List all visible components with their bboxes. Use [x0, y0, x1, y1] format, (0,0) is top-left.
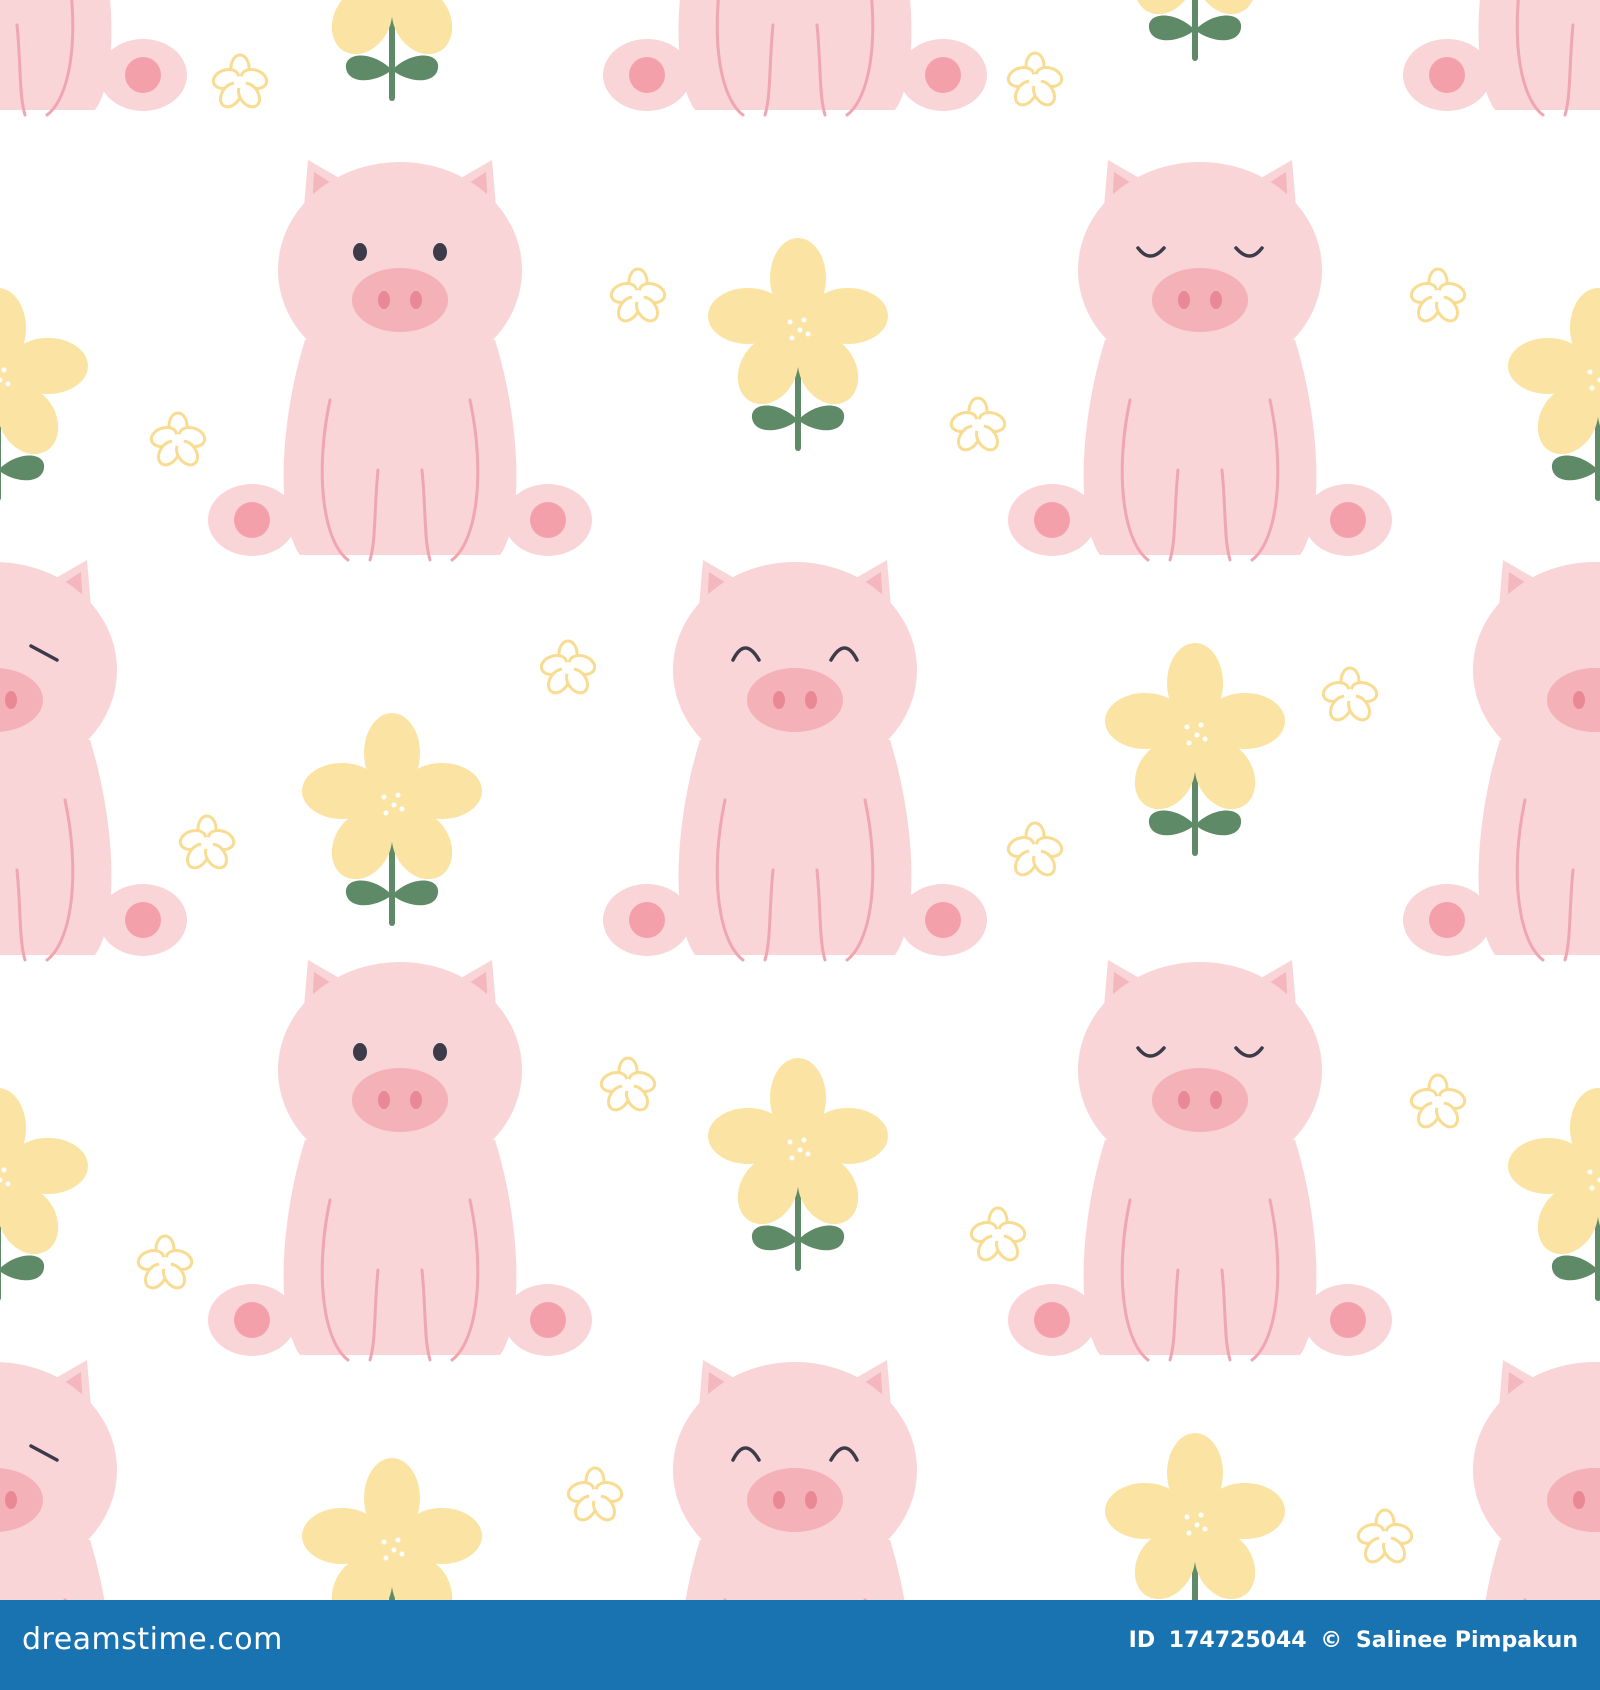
flower-icon [302, 713, 482, 923]
pig-icon [206, 958, 594, 1362]
pig-icon [1006, 958, 1394, 1362]
id-number: 174725044 [1168, 1628, 1307, 1653]
small-flower-icon [209, 53, 271, 113]
pig-icon [1401, 558, 1600, 962]
pig-icon [1401, 1358, 1600, 1600]
pig-icon [0, 1358, 189, 1600]
flower-icon [302, 1458, 482, 1600]
pig-icon [206, 158, 594, 562]
pig-icon [1006, 158, 1394, 562]
flower-icon [0, 1088, 88, 1298]
flower-icon [1508, 1088, 1600, 1298]
watermark-bar: dreamstime.com ID 174725044 © Salinee Pi… [0, 1600, 1600, 1690]
pig-icon [601, 558, 989, 962]
flower-icon [1508, 288, 1600, 498]
author-name: Salinee Pimpakun [1355, 1628, 1578, 1653]
id-label: ID [1128, 1628, 1156, 1653]
small-flower-icon [1004, 51, 1066, 111]
small-flower-icon [1407, 267, 1469, 327]
pig-icon [601, 1358, 989, 1600]
pig-icon [0, 0, 189, 117]
small-flower-icon [176, 814, 238, 874]
small-flower-icon [134, 1234, 196, 1294]
flower-icon [0, 288, 88, 498]
flower-icon [1105, 0, 1285, 58]
image-credit: ID 174725044 © Salinee Pimpakun [1123, 1628, 1578, 1653]
small-flower-icon [147, 411, 209, 471]
small-flower-icon [597, 1056, 659, 1116]
flower-icon [302, 0, 482, 98]
small-flower-icon [607, 267, 669, 327]
flower-icon [1105, 1433, 1285, 1600]
flower-icon [708, 238, 888, 448]
pig-icon [1401, 0, 1600, 117]
brand-logo: dreamstime.com [22, 1622, 283, 1657]
small-flower-icon [1004, 821, 1066, 881]
flower-icon [708, 1058, 888, 1268]
small-flower-icon [564, 1466, 626, 1526]
flower-icon [1105, 643, 1285, 853]
pig-flower-pattern: .pbody { fill: #f9d5d7; } .pear { fill: … [0, 0, 1600, 1600]
small-flower-icon [1354, 1508, 1416, 1568]
pig-icon [601, 0, 989, 117]
small-flower-icon [947, 396, 1009, 456]
copyright-symbol: © [1320, 1628, 1343, 1653]
small-flower-icon [537, 639, 599, 699]
small-flower-icon [1407, 1073, 1469, 1133]
small-flower-icon [1319, 666, 1381, 726]
stock-image: .pbody { fill: #f9d5d7; } .pear { fill: … [0, 0, 1600, 1690]
pig-icon [0, 558, 189, 962]
small-flower-icon [967, 1206, 1029, 1266]
